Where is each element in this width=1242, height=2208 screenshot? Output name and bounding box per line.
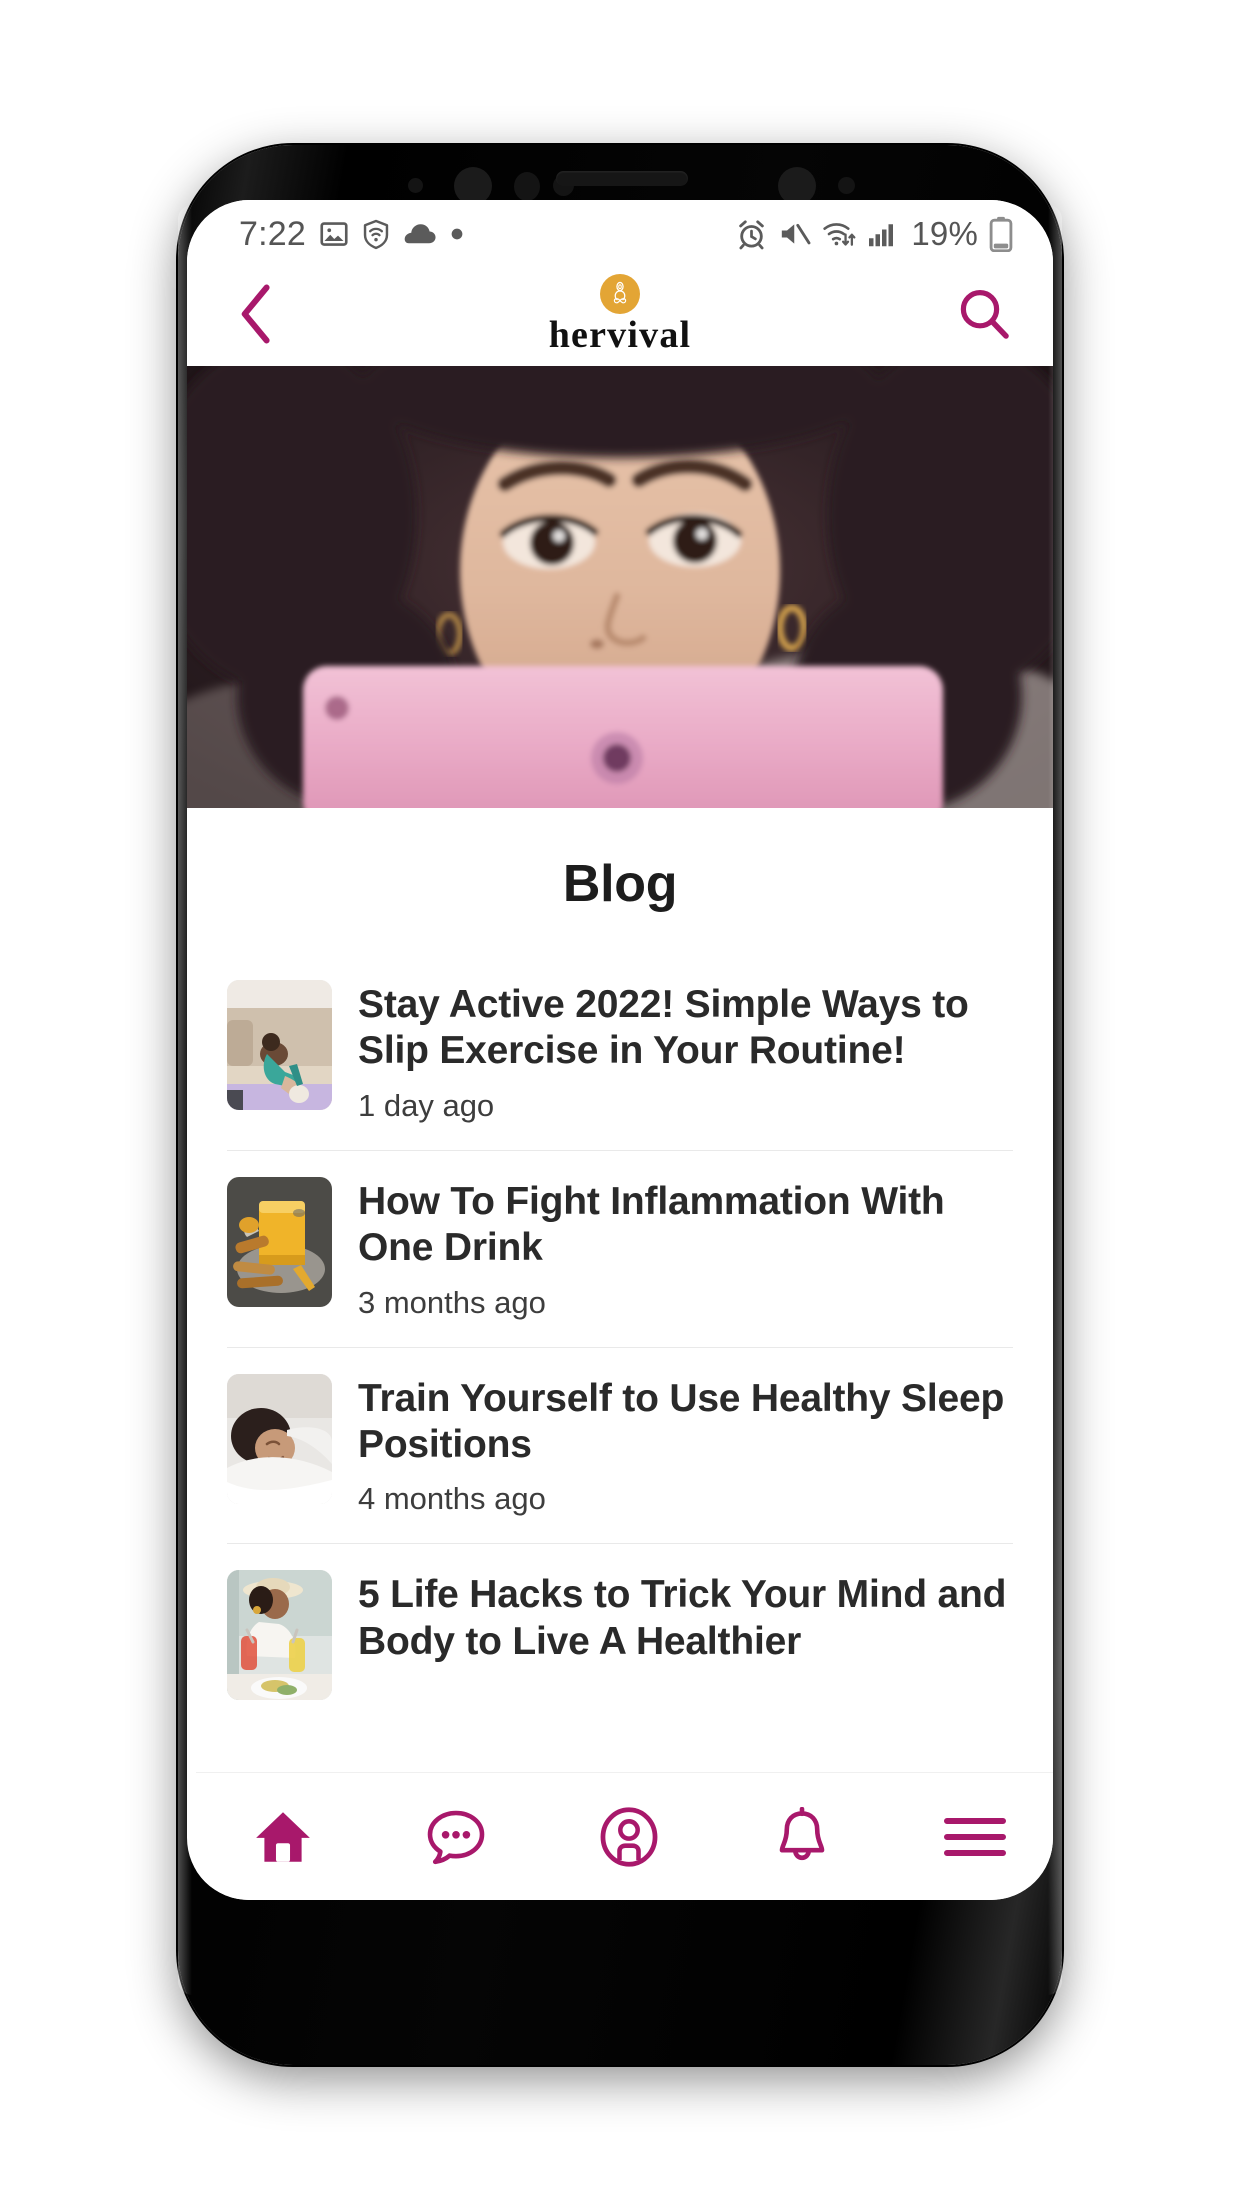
post-text: Train Yourself to Use Healthy Sleep Posi… [358,1374,1013,1518]
nav-item-home[interactable] [231,1785,335,1889]
list-item[interactable]: How To Fight Inflammation With One Drink… [187,1151,1053,1347]
thumbnail-stretching-woman [227,980,332,1110]
earpiece-speaker [556,171,688,186]
wifi-transfer-icon [823,223,856,246]
battery-icon [989,216,1013,252]
alarm-clock-icon [739,219,765,249]
list-item[interactable]: 5 Life Hacks to Trick Your Mind and Body… [187,1544,1053,1726]
sensor-dot [514,172,540,201]
post-thumbnail [227,1176,332,1307]
post-thumbnail [227,980,332,1110]
post-text: How To Fight Inflammation With One Drink… [358,1177,1013,1321]
cloud-icon [404,224,436,244]
battery-percentage: 19% [911,215,978,252]
nav-item-menu[interactable] [923,1785,1027,1889]
hamburger-menu-icon [944,1817,1007,1856]
post-date: 1 day ago [358,1087,495,1123]
sensor-dot [408,178,423,193]
chat-bubble-icon [427,1810,485,1864]
back-button[interactable] [225,283,287,345]
meditation-yoga-logo-icon [600,274,640,314]
list-item[interactable]: Stay Active 2022! Simple Ways to Slip Ex… [187,954,1053,1150]
yoga-figure-glyph [613,281,627,304]
search-icon [960,290,1009,339]
phone-screen: 7:22 19% hervival Blog Stay Active 2022!… [187,200,1053,1900]
status-bar: 7:22 19% [187,200,1053,262]
post-title: Train Yourself to Use Healthy Sleep Posi… [358,1376,1005,1467]
status-clock: 7:22 [239,214,306,253]
nav-item-messages[interactable] [404,1785,508,1889]
screenshot-canvas: 7:22 19% hervival Blog Stay Active 2022!… [0,0,1242,2208]
nav-item-notifications[interactable] [750,1785,854,1889]
app-header: hervival [187,262,1053,366]
post-thumbnail [227,1570,332,1701]
screenshot-image-icon [320,222,348,246]
brand-block: hervival [187,262,1053,366]
signal-bars-icon [869,224,894,247]
post-title: How To Fight Inflammation With One Drink [358,1179,945,1270]
post-title: Stay Active 2022! Simple Ways to Slip Ex… [358,983,969,1073]
status-bar-right: 19% [736,215,1013,253]
post-date: 4 months ago [358,1481,546,1517]
hero-image [187,366,1053,808]
list-item[interactable]: Train Yourself to Use Healthy Sleep Posi… [187,1348,1053,1544]
bell-icon [779,1806,825,1860]
post-title: 5 Life Hacks to Trick Your Mind and Body… [358,1573,1007,1663]
post-text: Stay Active 2022! Simple Ways to Slip Ex… [358,980,1013,1124]
post-date: 3 months ago [358,1284,546,1320]
thumbnail-sleeping-woman [227,1373,332,1504]
bottom-navigation-bar [196,1772,1053,1900]
phone-device-frame: 7:22 19% hervival Blog Stay Active 2022!… [178,145,1062,2065]
post-thumbnail [227,1373,332,1504]
search-button[interactable] [953,283,1015,345]
page-title: Blog [562,855,678,913]
thumbnail-turmeric-drink [227,1176,332,1307]
status-bar-left: 7:22 [239,215,464,254]
hero-illustration [187,366,1053,808]
brand-name: hervival [548,314,692,356]
home-icon [255,1811,310,1862]
list-fade-overlay [196,1746,1053,1772]
nav-item-profile[interactable] [577,1785,681,1889]
sensor-dot [838,177,855,194]
post-text: 5 Life Hacks to Trick Your Mind and Body… [358,1570,1013,1665]
thumbnail-woman-with-drinks [227,1570,332,1701]
mute-speaker-icon [782,223,811,245]
back-chevron-icon [241,284,270,344]
blog-list-section: Blog Stay Active 2022! Simple Ways to Sl… [187,808,1053,1727]
user-circle-icon [600,1806,658,1867]
dot-icon [451,228,463,240]
wifi-shield-icon [363,219,389,249]
